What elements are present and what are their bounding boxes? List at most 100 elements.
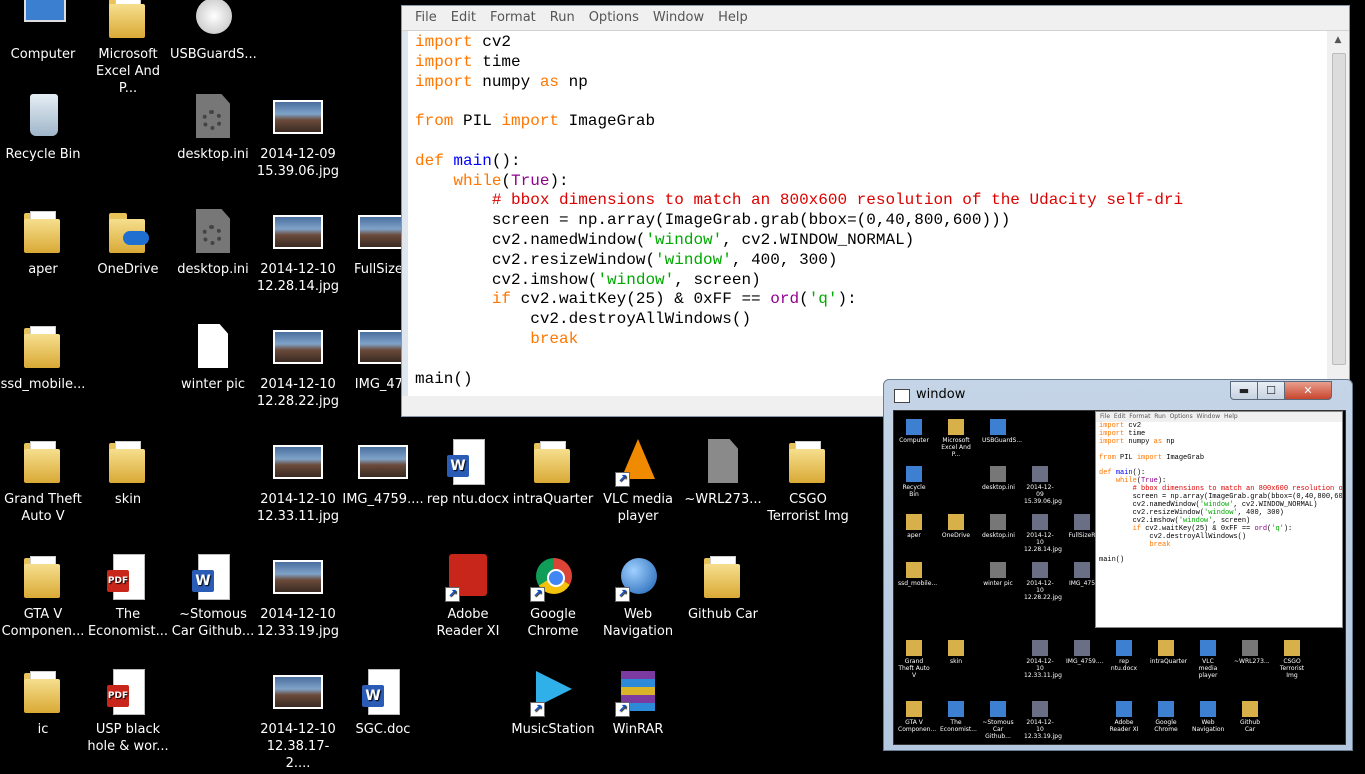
- menu-item[interactable]: Run: [543, 6, 582, 25]
- desktop-icon[interactable]: desktop.ini: [170, 207, 256, 278]
- code-token: break: [1149, 540, 1171, 549]
- desktop-icon[interactable]: 2014-12-10 12.28.14.jpg: [255, 207, 341, 295]
- folder-icon: [103, 0, 153, 42]
- captured-icon-glyph: [906, 562, 922, 578]
- menu-item[interactable]: Window: [646, 6, 711, 25]
- code-token: 'q': [1271, 524, 1284, 533]
- desktop-icon-label: CSGO Terrorist Img: [767, 492, 849, 524]
- desktop-icon[interactable]: 2014-12-10 12.38.17-2....: [255, 667, 341, 772]
- close-button[interactable]: ✕: [1284, 381, 1332, 400]
- desktop-icon[interactable]: 2014-12-10 12.28.22.jpg: [255, 322, 341, 410]
- captured-desktop-icon: VLC media player: [1192, 640, 1224, 679]
- captured-desktop-icon: desktop.ini: [982, 466, 1015, 491]
- desktop-icon[interactable]: GTA V Componen...: [0, 552, 86, 640]
- menu-item[interactable]: Format: [483, 6, 543, 25]
- code-token: cv2.imshow(: [1099, 516, 1179, 525]
- desktop-icon[interactable]: Microsoft Excel And P...: [85, 0, 171, 97]
- desktop-icon-label: Computer: [10, 47, 76, 62]
- code-token: import: [1099, 437, 1125, 446]
- menu-item[interactable]: Options: [582, 6, 646, 25]
- desktop-icon[interactable]: IMG_4759....: [340, 437, 426, 508]
- code-line: def main():: [415, 152, 1327, 172]
- folder-icon: [18, 552, 68, 602]
- desktop-icon[interactable]: ↗ MusicStation: [510, 667, 596, 738]
- menu-item[interactable]: Edit: [444, 6, 483, 25]
- code-token: ():: [491, 151, 521, 170]
- desktop-icon[interactable]: Grand Theft Auto V: [0, 437, 86, 525]
- desktop-icon[interactable]: W ~Stomous Car Github...: [170, 552, 256, 640]
- desktop-icon[interactable]: ~WRL273...: [680, 437, 766, 508]
- folder-icon: [528, 437, 578, 487]
- captured-icon-label: ssd_mobile...: [898, 580, 938, 587]
- captured-desktop-icon: 2014-12-09 15.39.06.jpg: [1024, 466, 1062, 505]
- computer-icon: [18, 0, 68, 42]
- scroll-up-icon[interactable]: ▲: [1327, 31, 1349, 49]
- desktop-icon-label: The Economist...: [87, 607, 169, 639]
- captured-icon-glyph: [990, 514, 1006, 530]
- code-token: as: [539, 72, 560, 91]
- desktop-icon-label: IMG_4759....: [342, 492, 424, 507]
- desktop-icon[interactable]: 2014-12-10 12.33.11.jpg: [255, 437, 341, 525]
- captured-icon-label: Grand Theft Auto V: [898, 658, 930, 679]
- idle-editor-window[interactable]: File Edit Format Run Options Window Help impor…: [401, 5, 1350, 417]
- desktop-icon[interactable]: USBGuardS...: [170, 0, 257, 63]
- desktop-icon[interactable]: PDF The Economist...: [85, 552, 171, 640]
- minimize-button[interactable]: ▬: [1230, 381, 1258, 400]
- code-token: import: [1099, 429, 1125, 438]
- folder-icon: [103, 437, 153, 487]
- desktop-icon-label: GTA V Componen...: [1, 607, 85, 639]
- vertical-scrollbar[interactable]: ▲ ▼: [1327, 31, 1349, 396]
- maximize-button[interactable]: ☐: [1257, 381, 1285, 400]
- captured-icon-glyph: [1242, 701, 1258, 717]
- menu-item[interactable]: File: [402, 6, 444, 25]
- code-line: main(): [1099, 556, 1342, 565]
- scroll-thumb[interactable]: [1332, 53, 1346, 365]
- opencv-preview-window[interactable]: window ▬ ☐ ✕ File Edit Format Run Option…: [883, 379, 1353, 751]
- desktop-icon-label: MusicStation: [511, 722, 595, 737]
- captured-desktop-icon: Adobe Reader XI: [1108, 701, 1140, 733]
- onedrive-folder-icon: [103, 207, 153, 257]
- desktop-icon[interactable]: ↗ WinRAR: [595, 667, 681, 738]
- desktop-icon[interactable]: ↗ VLC media player: [595, 437, 681, 525]
- menu-item[interactable]: Help: [711, 6, 755, 25]
- desktop-icon-label: VLC media player: [603, 492, 673, 524]
- desktop-icon[interactable]: ic: [0, 667, 86, 738]
- desktop-icon[interactable]: ↗ Google Chrome: [510, 552, 596, 640]
- captured-icon-label: 2014-12-09 15.39.06.jpg: [1024, 484, 1062, 505]
- captured-desktop-icon: USBGuardS...: [982, 419, 1022, 444]
- desktop-icon[interactable]: OneDrive: [85, 207, 171, 278]
- code-token: numpy: [472, 72, 540, 91]
- desktop-icon[interactable]: W SGC.doc: [340, 667, 426, 738]
- desktop-icon[interactable]: ↗ Web Navigation: [595, 552, 681, 640]
- winrar-icon: ↗: [613, 667, 663, 717]
- desktop-icon[interactable]: winter pic: [170, 322, 256, 393]
- desktop-icon[interactable]: 2014-12-10 12.33.19.jpg: [255, 552, 341, 640]
- captured-icon-glyph: [906, 419, 922, 435]
- code-token: (: [501, 171, 512, 190]
- desktop-icon[interactable]: desktop.ini: [170, 92, 256, 163]
- desktop-icon[interactable]: PDF USP black hole & wor...: [85, 667, 171, 755]
- desktop-icon[interactable]: CSGO Terrorist Img: [765, 437, 851, 525]
- code-editor[interactable]: import cv2 import time import numpy as np …: [408, 31, 1327, 396]
- desktop-icon[interactable]: 2014-12-09 15.39.06.jpg: [255, 92, 341, 180]
- folder-icon: [698, 552, 748, 602]
- captured-icon-label: USBGuardS...: [982, 437, 1023, 444]
- code-token: , screen): [674, 270, 761, 289]
- captured-icon-label: 2014-12-10 12.33.11.jpg: [1024, 658, 1062, 679]
- folder-icon: [783, 437, 833, 487]
- desktop-icon[interactable]: ssd_mobile...: [0, 322, 86, 393]
- desktop-icon[interactable]: ↗ Adobe Reader XI: [425, 552, 511, 640]
- desktop-icon[interactable]: Recycle Bin: [0, 92, 86, 163]
- code-token: import: [415, 72, 473, 91]
- desktop-icon[interactable]: Computer: [0, 0, 86, 63]
- captured-icon-label: Computer: [899, 437, 929, 444]
- desktop-icon[interactable]: intraQuarter: [510, 437, 596, 508]
- desktop-icon[interactable]: Wrep ntu.docx: [425, 437, 511, 508]
- photo-icon: [358, 437, 408, 487]
- desktop-icon[interactable]: skin: [85, 437, 171, 508]
- desktop-icon[interactable]: Github Car: [680, 552, 766, 623]
- desktop-icon[interactable]: aper: [0, 207, 86, 278]
